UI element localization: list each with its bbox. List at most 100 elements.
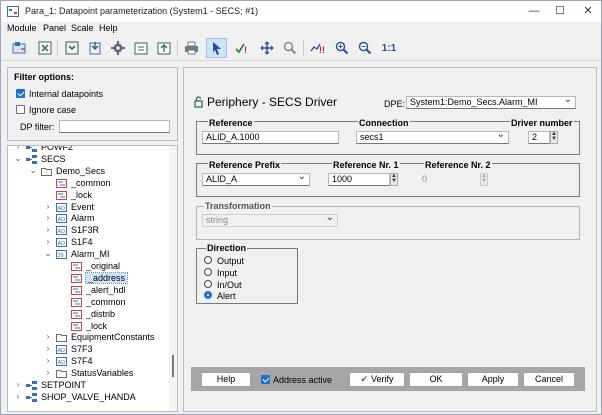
tree-scrollbar[interactable] xyxy=(169,146,177,411)
lock-icon xyxy=(194,96,203,108)
collapse-icon[interactable]: ⌄ xyxy=(29,166,37,175)
tree-item[interactable]: › StatusVariables xyxy=(8,368,168,380)
numeric-datapoint-icon: 29 xyxy=(56,250,67,260)
tree-item[interactable]: › AD Alarm xyxy=(8,213,168,225)
address-active-label: Address active xyxy=(273,375,333,385)
tree-item-label: _lock xyxy=(86,320,108,331)
dpe-label: DPE: xyxy=(384,99,406,109)
reference-nr2-input: 0 xyxy=(422,174,428,184)
menu-module[interactable]: Module xyxy=(7,23,37,33)
direction-output-radio[interactable] xyxy=(204,256,212,264)
zoom-in-icon[interactable] xyxy=(331,38,352,58)
apply-button[interactable]: Apply xyxy=(467,372,519,387)
svg-text:AD: AD xyxy=(58,360,66,366)
settings-icon[interactable] xyxy=(107,38,128,58)
menu-scale[interactable]: Scale xyxy=(71,23,94,33)
menu-panel[interactable]: Panel xyxy=(43,23,66,33)
tree-item-label: _common xyxy=(86,296,126,307)
expand-icon[interactable]: › xyxy=(44,368,52,377)
help-button[interactable]: Help xyxy=(201,372,251,387)
export-icon[interactable] xyxy=(130,38,151,58)
expand-icon[interactable]: › xyxy=(44,344,52,353)
print-icon[interactable] xyxy=(181,38,202,58)
zoom-out-icon[interactable] xyxy=(354,38,375,58)
zoom-reset-icon[interactable]: 1:1 xyxy=(377,38,401,58)
dp-alert-icon[interactable]: !! xyxy=(307,38,328,58)
tree-item[interactable]: _common xyxy=(8,178,168,190)
expand-icon[interactable]: › xyxy=(14,392,22,401)
expand-icon[interactable]: › xyxy=(44,213,52,222)
reference-nr1-spinner[interactable]: ▲ ▼ xyxy=(390,173,398,186)
check-icon[interactable]: ! xyxy=(231,38,252,58)
reference-nr2-label: Reference Nr. 2 xyxy=(424,160,492,170)
analog-datapoint-icon: AD xyxy=(56,226,67,236)
delete-icon[interactable] xyxy=(34,38,55,58)
connection-select[interactable]: secs1 xyxy=(356,129,509,144)
driver-number-input[interactable]: 2 xyxy=(528,131,550,144)
tree-item[interactable]: › EquipmentConstants xyxy=(8,332,168,344)
cancel-button[interactable]: Cancel xyxy=(523,372,575,387)
tree-item[interactable]: ⌄ 29 Alarm_MI xyxy=(8,249,168,261)
tree-item[interactable]: ⌄ Demo_Secs xyxy=(8,166,168,178)
export-2-icon[interactable] xyxy=(153,38,174,58)
expand-icon[interactable]: › xyxy=(44,237,52,246)
expand-icon[interactable]: › xyxy=(44,356,52,365)
close-button[interactable]: ✕ xyxy=(575,1,601,22)
tree-item[interactable]: › AD S1F4 xyxy=(8,237,168,249)
tree-item[interactable]: _original xyxy=(8,261,168,273)
datapoint-type-icon xyxy=(26,154,37,164)
move-icon[interactable] xyxy=(256,38,277,58)
tree-item[interactable]: › SHOP_VALVE_HANDA xyxy=(8,392,168,404)
dp-filter-input[interactable] xyxy=(59,120,170,133)
search-icon[interactable] xyxy=(279,38,300,58)
config-icon xyxy=(71,297,82,307)
import-icon[interactable] xyxy=(84,38,105,58)
dpe-select[interactable]: System1:Demo_Secs.Alarm_MI xyxy=(406,94,576,109)
tree-item[interactable]: _alert_hdl xyxy=(8,285,168,297)
direction-inout-label: In/Out xyxy=(217,280,242,290)
tree-item[interactable]: › AD Event xyxy=(8,202,168,214)
expand-icon[interactable]: › xyxy=(44,202,52,211)
internal-datapoints-label: Internal datapoints xyxy=(29,89,104,99)
expand-icon[interactable]: › xyxy=(44,332,52,341)
tree-item[interactable]: › AD S7F4 xyxy=(8,356,168,368)
dp-structure-icon[interactable] xyxy=(9,38,30,58)
tree-item[interactable]: › POWF2 xyxy=(8,146,168,154)
verify-button[interactable]: ✔ Verify xyxy=(349,372,405,387)
address-active-checkbox[interactable] xyxy=(261,375,270,384)
tree-item-label: S1F4 xyxy=(71,237,93,248)
direction-inout-radio[interactable] xyxy=(204,280,212,288)
tree-item[interactable]: _address xyxy=(8,271,168,285)
collapse-icon[interactable]: ⌄ xyxy=(14,154,22,163)
tree-item[interactable]: _lock xyxy=(8,190,168,202)
reference-prefix-select[interactable]: ALID_A xyxy=(202,171,310,186)
pointer-icon[interactable] xyxy=(206,38,227,58)
direction-input-radio[interactable] xyxy=(204,268,212,276)
filter-icon[interactable] xyxy=(61,38,82,58)
driver-number-spinner[interactable]: ▲ ▼ xyxy=(550,131,558,144)
tree-item[interactable]: › AD S7F3 xyxy=(8,344,168,356)
expand-icon[interactable]: › xyxy=(14,380,22,389)
reference-nr1-input[interactable]: 1000 xyxy=(328,173,390,186)
tree-item[interactable]: › AD S1F3R xyxy=(8,225,168,237)
direction-alert-radio[interactable] xyxy=(204,291,212,299)
svg-text:AD: AD xyxy=(58,241,66,247)
minimize-button[interactable]: — xyxy=(521,1,547,22)
tree-item[interactable]: ⌄ SECS xyxy=(8,154,168,166)
tree-item[interactable]: › SETPOINT xyxy=(8,380,168,392)
tree-item[interactable]: _lock xyxy=(8,321,168,333)
expand-icon[interactable]: › xyxy=(44,225,52,234)
menu-help[interactable]: Help xyxy=(99,23,118,33)
tree-item-label: SETPOINT xyxy=(41,380,87,390)
panel-heading: Periphery - SECS Driver xyxy=(207,95,338,109)
internal-datapoints-checkbox[interactable] xyxy=(16,89,25,98)
maximize-button[interactable]: ☐ xyxy=(547,1,573,22)
tree-item[interactable]: _distrib xyxy=(8,309,168,321)
expand-icon[interactable]: › xyxy=(14,146,22,151)
reference-input[interactable]: ALID_A.1000 xyxy=(202,131,339,144)
tree-item[interactable]: _common xyxy=(8,297,168,309)
reference-nr1-label: Reference Nr. 1 xyxy=(332,160,400,170)
collapse-icon[interactable]: ⌄ xyxy=(44,249,52,258)
ok-button[interactable]: OK xyxy=(409,372,463,387)
ignore-case-checkbox[interactable] xyxy=(16,105,25,114)
